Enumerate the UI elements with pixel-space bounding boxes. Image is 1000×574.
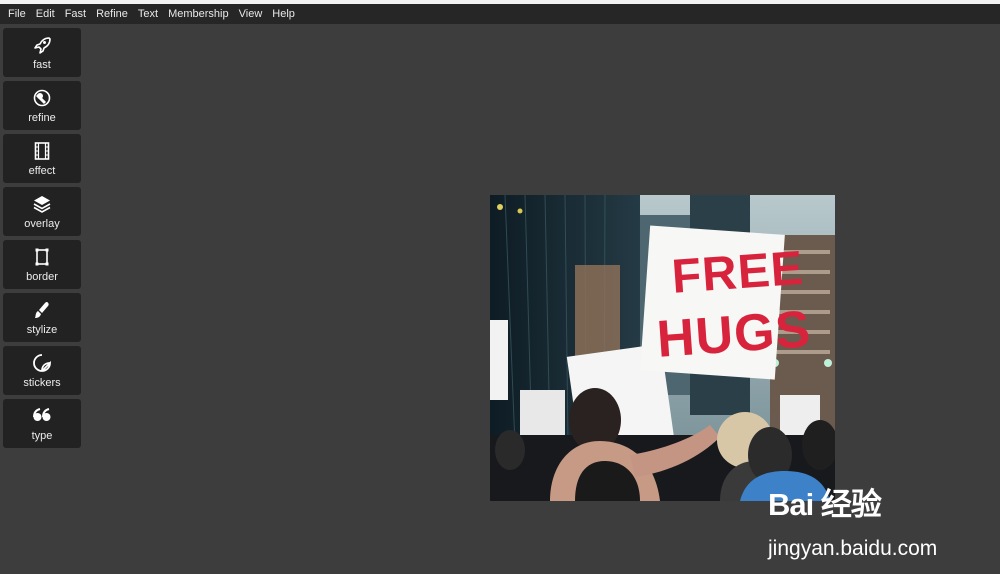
sign-text-hugs: HUGS: [655, 300, 813, 369]
rocket-icon: [31, 34, 53, 56]
tool-effect-label: effect: [28, 165, 56, 177]
menu-text[interactable]: Text: [133, 4, 163, 24]
tool-effect-button[interactable]: effect: [3, 134, 81, 183]
menu-membership[interactable]: Membership: [163, 4, 234, 24]
tool-border-label: border: [26, 271, 58, 283]
tool-refine-button[interactable]: refine: [3, 81, 81, 130]
tool-sidebar: fast refine effect overlay border styliz…: [3, 28, 81, 452]
film-icon: [31, 140, 53, 162]
menu-file[interactable]: File: [3, 4, 31, 24]
layers-icon: [31, 193, 53, 215]
watermark-url: jingyan.baidu.com: [768, 537, 938, 560]
frame-icon: [31, 246, 53, 268]
menu-refine[interactable]: Refine: [91, 4, 133, 24]
canvas-photo[interactable]: FREE HUGS: [490, 195, 835, 501]
tool-fast-button[interactable]: fast: [3, 28, 81, 77]
refine-icon: [31, 87, 53, 109]
tool-type-button[interactable]: type: [3, 399, 81, 448]
tool-overlay-button[interactable]: overlay: [3, 187, 81, 236]
menu-bar: File Edit Fast Refine Text Membership Vi…: [0, 4, 1000, 24]
tool-overlay-label: overlay: [24, 218, 60, 230]
tool-stylize-label: stylize: [26, 324, 58, 336]
tool-type-label: type: [31, 430, 53, 442]
menu-fast[interactable]: Fast: [60, 4, 91, 24]
workspace: fast refine effect overlay border styliz…: [0, 24, 1000, 560]
tool-stickers-button[interactable]: stickers: [3, 346, 81, 395]
quote-icon: [31, 405, 53, 427]
tool-refine-label: refine: [28, 112, 56, 124]
sign-text-free: FREE: [670, 241, 806, 304]
brush-icon: [31, 299, 53, 321]
baidu-watermark: Bai 经验 jingyan.baidu.com: [760, 474, 960, 574]
menu-help[interactable]: Help: [267, 4, 300, 24]
tool-stickers-label: stickers: [23, 377, 61, 389]
sticker-icon: [31, 352, 53, 374]
menu-view[interactable]: View: [234, 4, 268, 24]
menu-edit[interactable]: Edit: [31, 4, 60, 24]
tool-fast-label: fast: [33, 59, 51, 71]
tool-stylize-button[interactable]: stylize: [3, 293, 81, 342]
tool-border-button[interactable]: border: [3, 240, 81, 289]
watermark-logo: Bai 经验: [768, 487, 882, 522]
